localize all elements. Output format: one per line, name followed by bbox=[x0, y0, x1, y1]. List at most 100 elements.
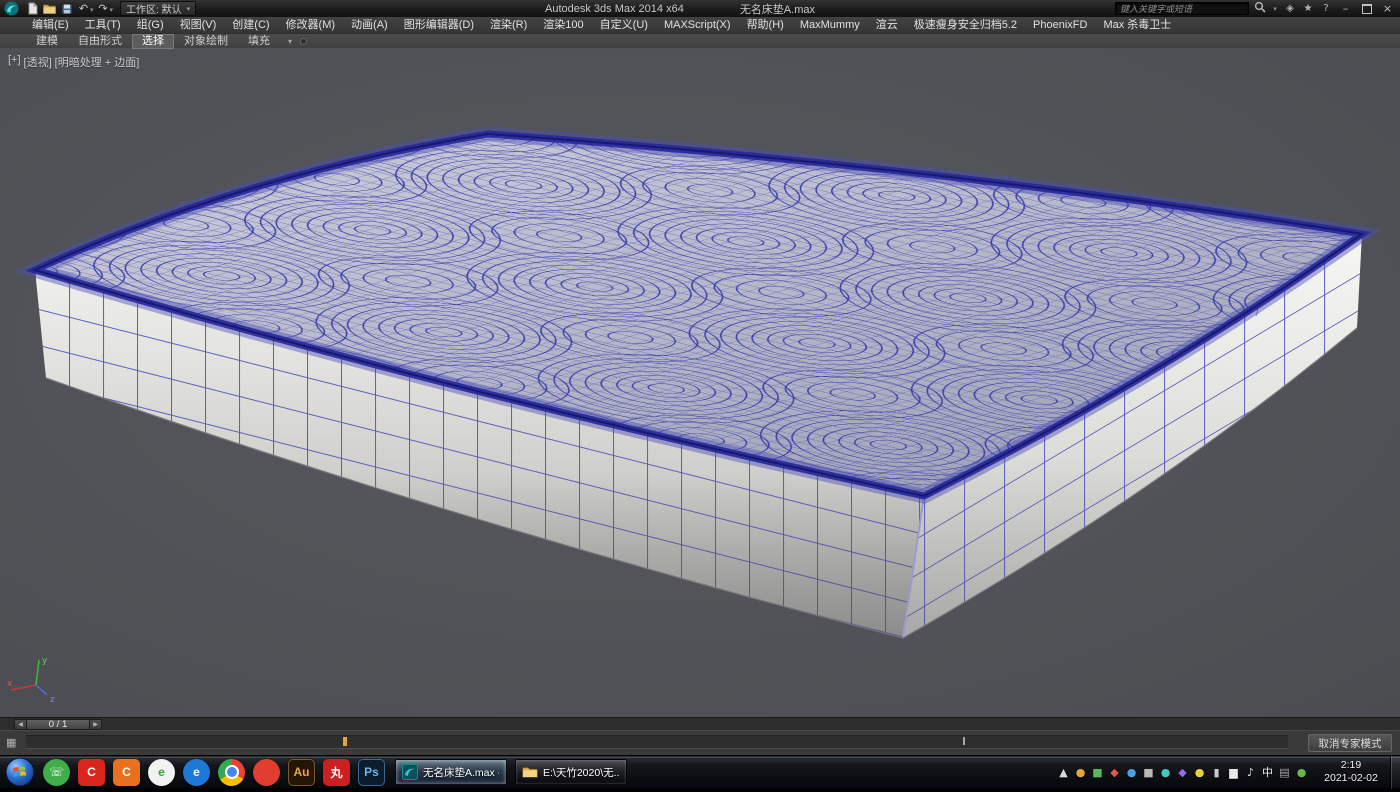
favorites-star-icon[interactable]: ★ bbox=[1301, 3, 1315, 14]
tray-gray-bar-icon[interactable]: ▮ bbox=[1210, 766, 1223, 779]
title-bar: ↶ ▾ ↷ ▾ 工作区: 默认 ▾ Autodesk 3ds Max 2014 … bbox=[0, 0, 1400, 17]
workspace-dropdown[interactable]: 工作区: 默认 ▾ bbox=[120, 1, 196, 16]
menu-item-maxscript[interactable]: MAXScript(X) bbox=[656, 17, 739, 33]
viewport-general-menu[interactable]: [+] bbox=[8, 54, 21, 70]
cancel-expert-mode-button[interactable]: 取消专家模式 bbox=[1308, 734, 1392, 752]
red-kanji-app-icon[interactable]: 丸 bbox=[323, 759, 350, 786]
clock-date: 2021-02-02 bbox=[1316, 772, 1386, 785]
maximize-button[interactable] bbox=[1358, 1, 1375, 16]
menu-item-maxmummy[interactable]: MaxMummy bbox=[792, 17, 868, 33]
network-icon[interactable]: ▆ bbox=[1227, 766, 1240, 779]
menu-item-edit[interactable]: 编辑(E) bbox=[24, 17, 77, 33]
ribbon-tab-modeling[interactable]: 建模 bbox=[26, 34, 68, 49]
red-c-app-icon[interactable]: C bbox=[78, 759, 105, 786]
viewport[interactable]: [+] [透视] [明暗处理 + 边面] x y z bbox=[0, 48, 1400, 717]
workspace-label: 工作区: 默认 bbox=[126, 1, 182, 16]
tray-purple-diamond-icon[interactable]: ◆ bbox=[1176, 766, 1189, 779]
menu-item-group[interactable]: 组(G) bbox=[129, 17, 172, 33]
time-slider-handle[interactable]: ◀ 0 / 1 ▶ bbox=[14, 719, 102, 730]
tray-red-diamond-icon[interactable]: ◆ bbox=[1108, 766, 1121, 779]
previous-frame-arrow-icon[interactable]: ◀ bbox=[14, 719, 27, 730]
green-leaf-browser-icon[interactable]: e bbox=[148, 759, 175, 786]
red-circle-app-icon[interactable] bbox=[253, 759, 280, 786]
menu-item-phoenixfd[interactable]: PhoenixFD bbox=[1025, 17, 1095, 33]
viewport-pov-menu[interactable]: [透视] bbox=[24, 54, 52, 70]
axis-x-label: x bbox=[7, 679, 13, 689]
ribbon-options-icon[interactable] bbox=[300, 38, 307, 45]
track-bar[interactable] bbox=[26, 735, 1288, 749]
hidden-icons-chevron-icon[interactable]: ▲ bbox=[1057, 766, 1070, 779]
photoshop-icon[interactable]: Ps bbox=[358, 759, 385, 786]
ribbon-tab-freeform[interactable]: 自由形式 bbox=[68, 34, 132, 49]
menu-item-render-cloud[interactable]: 渲云 bbox=[868, 17, 906, 33]
viewport-shading-menu[interactable]: [明暗处理 + 边面] bbox=[55, 54, 140, 70]
new-file-button[interactable] bbox=[24, 1, 41, 16]
ribbon-minimize-chevron-icon[interactable]: ▾ bbox=[288, 37, 292, 46]
menu-item-help[interactable]: 帮助(H) bbox=[739, 17, 792, 33]
menu-item-slim-archive[interactable]: 极速瘦身安全归档5.2 bbox=[906, 17, 1025, 33]
minimize-button[interactable]: – bbox=[1337, 1, 1354, 16]
close-button[interactable]: × bbox=[1379, 1, 1396, 16]
menu-item-max-antivirus[interactable]: Max 杀毒卫士 bbox=[1095, 17, 1179, 33]
frame-end-marker bbox=[963, 737, 965, 745]
taskbar: ☏CCeeAu丸Ps 无名床垫A.max -...E:\天竹2020\无... … bbox=[0, 755, 1400, 788]
window-title: Autodesk 3ds Max 2014 x64 无名床垫A.max bbox=[300, 0, 1060, 17]
search-options-chevron-icon[interactable]: ▾ bbox=[1271, 5, 1279, 13]
search-icon[interactable] bbox=[1253, 1, 1267, 16]
orange-c-app-icon[interactable]: C bbox=[113, 759, 140, 786]
menu-item-create[interactable]: 创建(C) bbox=[224, 17, 277, 33]
taskbar-clock[interactable]: 2:19 2021-02-02 bbox=[1316, 759, 1386, 785]
next-frame-arrow-icon[interactable]: ▶ bbox=[89, 719, 102, 730]
menu-item-modifiers[interactable]: 修改器(M) bbox=[278, 17, 344, 33]
system-tray: ▲ ● ■ ◆ ● ■ ● ◆ ● ▮ ▆ ♪ 中 ▤ ● bbox=[1057, 764, 1308, 780]
trackbar-filter-icon[interactable]: ▦ bbox=[6, 736, 16, 749]
menu-item-customize[interactable]: 自定义(U) bbox=[592, 17, 656, 33]
menu-item-render100[interactable]: 渲染100 bbox=[535, 17, 591, 33]
chrome-icon[interactable] bbox=[218, 759, 245, 786]
redo-dropdown-chevron-icon[interactable]: ▾ bbox=[110, 6, 114, 14]
tray-green-square-icon[interactable]: ■ bbox=[1091, 766, 1104, 779]
tray-teal-dot-icon[interactable]: ● bbox=[1159, 766, 1172, 779]
tray-blue-dot-icon[interactable]: ● bbox=[1125, 766, 1138, 779]
green-phone-app-icon[interactable]: ☏ bbox=[43, 759, 70, 786]
tray-orange-dot-icon[interactable]: ● bbox=[1074, 766, 1087, 779]
ribbon-tab-selection[interactable]: 选择 bbox=[132, 34, 174, 49]
tray-gray-square-icon[interactable]: ■ bbox=[1142, 766, 1155, 779]
time-position-marker[interactable] bbox=[343, 737, 347, 746]
menu-item-views[interactable]: 视图(V) bbox=[172, 17, 225, 33]
taskbar-window-label: E:\天竹2020\无... bbox=[543, 765, 619, 780]
taskbar-apps: ☏ CCee Au 丸 Ps bbox=[43, 759, 385, 786]
save-button[interactable] bbox=[58, 1, 75, 16]
communication-center-icon[interactable]: ◈ bbox=[1283, 3, 1297, 14]
menu-item-tools[interactable]: 工具(T) bbox=[77, 17, 129, 33]
audition-icon[interactable]: Au bbox=[288, 759, 315, 786]
ribbon-tab-object-paint[interactable]: 对象绘制 bbox=[174, 34, 238, 49]
viewport-label: [+] [透视] [明暗处理 + 边面] bbox=[8, 54, 139, 70]
start-button[interactable] bbox=[5, 757, 35, 787]
blue-e-browser-icon[interactable]: e bbox=[183, 759, 210, 786]
calendar-tray-icon[interactable]: ▤ bbox=[1278, 766, 1291, 779]
time-slider[interactable]: ◀ 0 / 1 ▶ bbox=[0, 717, 1400, 730]
infocenter: ▾ ◈ ★ ? – × bbox=[1115, 0, 1400, 17]
menu-item-rendering[interactable]: 渲染(R) bbox=[482, 17, 535, 33]
search-input[interactable] bbox=[1115, 2, 1249, 15]
chevron-down-icon: ▾ bbox=[187, 5, 191, 13]
mattress-model[interactable] bbox=[0, 48, 1400, 717]
help-icon[interactable]: ? bbox=[1319, 3, 1333, 14]
volume-icon[interactable]: ♪ bbox=[1244, 766, 1257, 779]
menu-item-graph-editors[interactable]: 图形编辑器(D) bbox=[396, 17, 482, 33]
undo-dropdown-chevron-icon[interactable]: ▾ bbox=[90, 6, 94, 14]
ribbon: 建模自由形式选择对象绘制填充 ▾ bbox=[0, 33, 1400, 48]
max-logo-icon[interactable] bbox=[4, 1, 19, 16]
tray-green-dot-icon[interactable]: ● bbox=[1295, 766, 1308, 779]
open-file-button[interactable] bbox=[41, 1, 58, 16]
menu-item-animation[interactable]: 动画(A) bbox=[343, 17, 396, 33]
tray-yellow-dot-icon[interactable]: ● bbox=[1193, 766, 1206, 779]
ribbon-tab-populate[interactable]: 填充 bbox=[238, 34, 280, 49]
ribbon-tab-list: 建模自由形式选择对象绘制填充 bbox=[26, 34, 280, 49]
taskbar-window-explorer-folder[interactable]: E:\天竹2020\无... bbox=[515, 759, 627, 785]
taskbar-window-max-document[interactable]: 无名床垫A.max -... bbox=[395, 759, 507, 785]
input-method-icon[interactable]: 中 bbox=[1261, 764, 1274, 780]
app-title: Autodesk 3ds Max 2014 x64 bbox=[545, 3, 684, 15]
show-desktop-button[interactable] bbox=[1390, 756, 1400, 789]
